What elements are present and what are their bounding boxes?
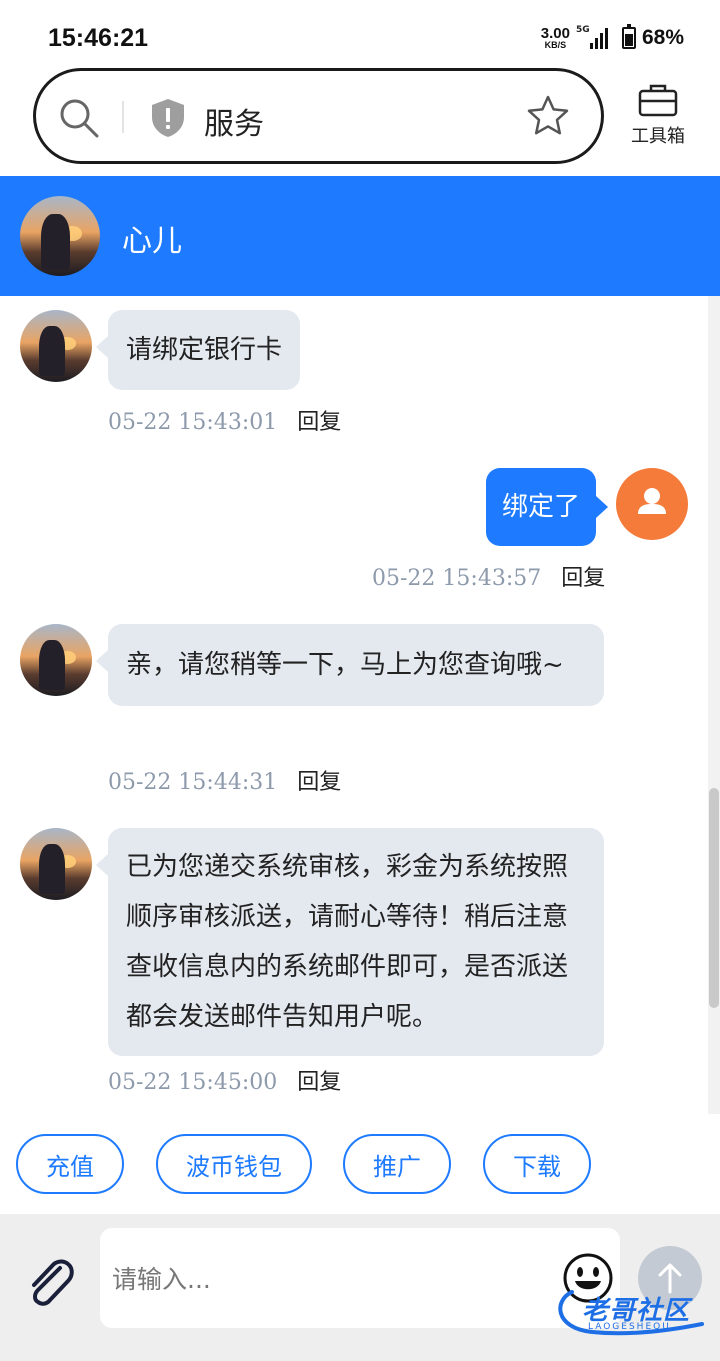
message-bubble: 请绑定银行卡	[95, 310, 301, 390]
toolbox-label: 工具箱	[631, 126, 685, 147]
reply-link[interactable]: 回复	[297, 1064, 341, 1096]
paperclip-icon[interactable]	[22, 1254, 78, 1310]
search-query[interactable]: 服务	[204, 99, 264, 143]
quick-action-wallet[interactable]: 波币钱包	[156, 1134, 312, 1194]
quick-action-recharge[interactable]: 充值	[16, 1134, 124, 1194]
status-time: 15:46:21	[48, 24, 149, 52]
reply-link[interactable]: 回复	[561, 560, 605, 592]
user-avatar[interactable]	[616, 468, 688, 540]
watermark-logo: 老哥社区 LAOGESHEQU	[552, 1286, 710, 1338]
search-icon[interactable]	[58, 97, 100, 139]
contact-avatar[interactable]	[20, 624, 92, 696]
status-bar: 15:46:21 3.00 KB/S 5G 68%	[0, 0, 720, 64]
user-icon	[638, 488, 666, 514]
message-list[interactable]: 请绑定银行卡 05-22 15:43:01 回复 绑定了 05-22 15:43…	[0, 296, 708, 1114]
scrollbar[interactable]	[708, 296, 720, 1114]
contact-avatar[interactable]	[20, 196, 100, 276]
briefcase-icon	[638, 84, 678, 117]
chat-header: 心儿	[0, 176, 720, 296]
watermark-subtext: LAOGESHEQU	[588, 1322, 671, 1332]
network-type: 5G	[575, 25, 590, 35]
toolbox-button[interactable]: 工具箱	[622, 82, 694, 154]
message-meta: 05-22 15:43:57 回复	[372, 560, 605, 592]
message-bubble: 亲，请您稍等一下，马上为您查询哦~	[96, 624, 604, 706]
message-time: 05-22 15:43:57	[372, 566, 542, 591]
message-meta: 05-22 15:43:01 回复	[108, 404, 341, 436]
message-time: 05-22 15:43:01	[108, 410, 278, 435]
quick-action-promote[interactable]: 推广	[343, 1134, 451, 1194]
contact-name: 心儿	[122, 224, 182, 259]
search-bar[interactable]: 服务	[33, 68, 604, 164]
network-speed: 3.00 KB/S	[541, 26, 570, 50]
shield-alert-icon	[152, 99, 184, 137]
reply-link[interactable]: 回复	[297, 404, 341, 436]
quick-action-bar: 充值 波币钱包 推广 下载	[0, 1114, 720, 1214]
status-indicators: 3.00 KB/S 5G 68%	[541, 24, 684, 50]
message-input[interactable]: 请输入...	[100, 1228, 620, 1328]
message-meta: 05-22 15:44:31 回复	[108, 764, 341, 796]
reply-link[interactable]: 回复	[297, 764, 341, 796]
network-speed-value: 3.00	[540, 25, 570, 42]
message-bubble: 已为您递交系统审核，彩金为系统按照顺序审核派送，请耐心等待！稍后注意查收信息内的…	[96, 828, 604, 1056]
search-divider	[122, 101, 124, 133]
message-bubble-outgoing: 绑定了	[486, 468, 609, 546]
scrollbar-thumb[interactable]	[709, 788, 719, 1008]
message-time: 05-22 15:45:00	[108, 1070, 278, 1095]
battery-icon	[621, 24, 636, 49]
message-time: 05-22 15:44:31	[108, 770, 278, 795]
message-meta: 05-22 15:45:00 回复	[108, 1064, 341, 1096]
message-input-placeholder: 请输入...	[112, 1265, 211, 1294]
signal-icon: 5G	[575, 25, 608, 49]
quick-action-download[interactable]: 下载	[483, 1134, 591, 1194]
network-speed-unit: KB/S	[544, 40, 567, 50]
contact-avatar[interactable]	[20, 310, 92, 382]
battery-percent: 68%	[641, 26, 684, 49]
star-icon[interactable]	[525, 93, 571, 139]
contact-avatar[interactable]	[20, 828, 92, 900]
